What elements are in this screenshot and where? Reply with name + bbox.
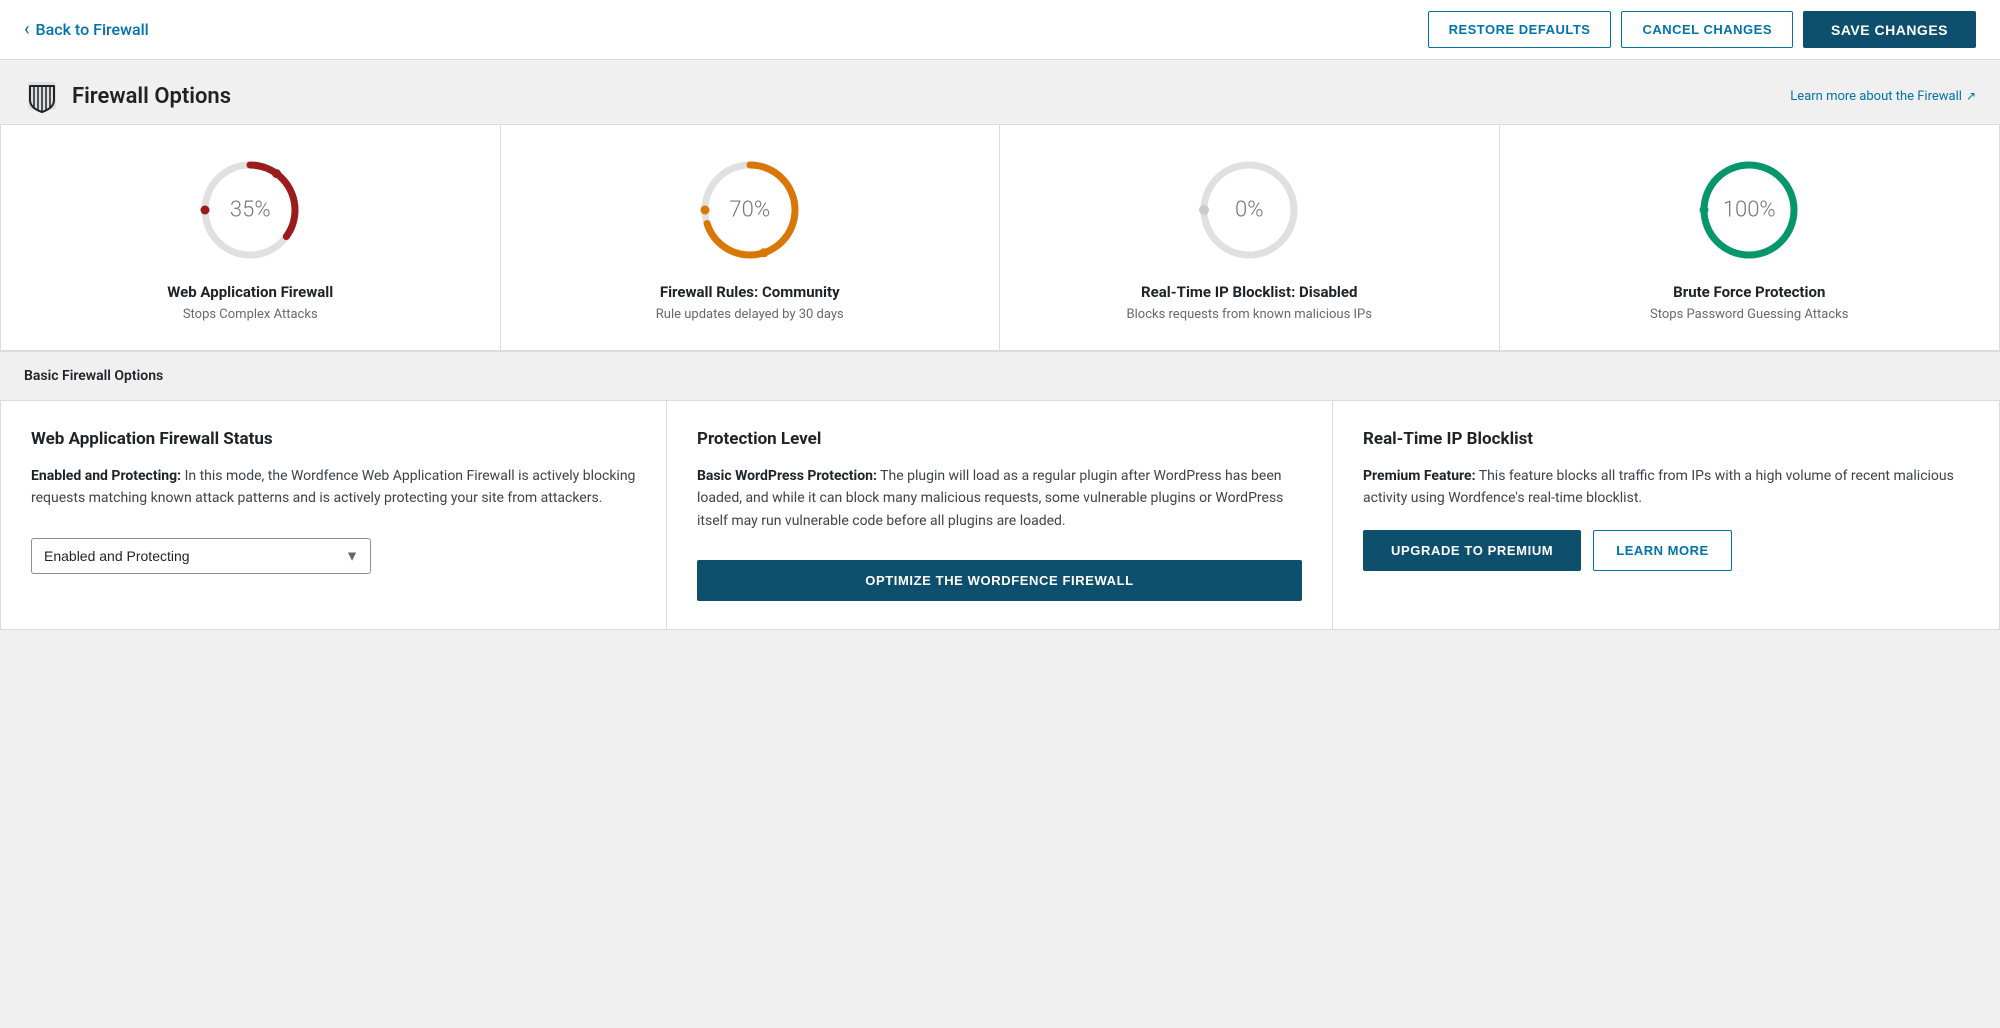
stat-percent-1: 70% <box>729 198 770 223</box>
options-grid: Web Application Firewall Status Enabled … <box>0 401 2000 630</box>
stat-sublabel-3: Stops Password Guessing Attacks <box>1650 307 1848 322</box>
option-title-1: Protection Level <box>697 429 1302 449</box>
optimize-firewall-button[interactable]: OPTIMIZE THE WORDFENCE FIREWALL <box>697 560 1302 601</box>
stat-label-3: Brute Force Protection <box>1673 283 1825 301</box>
option-desc-1: Basic WordPress Protection: The plugin w… <box>697 465 1302 532</box>
status-select-wrapper: Enabled and ProtectingLearning ModeDisab… <box>31 538 371 574</box>
stat-label-2: Real-Time IP Blocklist: Disabled <box>1141 283 1357 301</box>
stat-card-0: 35% Web Application Firewall Stops Compl… <box>1 125 501 350</box>
top-bar-actions: RESTORE DEFAULTS CANCEL CHANGES SAVE CHA… <box>1428 11 1976 48</box>
stat-percent-0: 35% <box>230 198 271 223</box>
learn-more-link[interactable]: Learn more about the Firewall ↗ <box>1790 89 1976 104</box>
back-arrow-icon: ‹ <box>24 19 30 40</box>
option-card-1: Protection Level Basic WordPress Protect… <box>667 401 1333 629</box>
stats-grid: 35% Web Application Firewall Stops Compl… <box>0 124 2000 351</box>
top-bar: ‹ Back to Firewall RESTORE DEFAULTS CANC… <box>0 0 2000 60</box>
external-link-icon: ↗ <box>1966 89 1976 103</box>
circle-progress-2: 0% <box>1194 155 1304 265</box>
stat-percent-2: 0% <box>1235 198 1263 223</box>
stat-card-1: 70% Firewall Rules: Community Rule updat… <box>501 125 1001 350</box>
circle-progress-0: 35% <box>195 155 305 265</box>
stat-sublabel-0: Stops Complex Attacks <box>183 307 318 322</box>
page-title-area: Firewall Options <box>24 78 231 114</box>
page-title: Firewall Options <box>72 84 231 109</box>
stat-percent-3: 100% <box>1723 198 1776 223</box>
option-desc-0: Enabled and Protecting: In this mode, th… <box>31 465 636 510</box>
option-card-0: Web Application Firewall Status Enabled … <box>1 401 667 629</box>
status-select[interactable]: Enabled and ProtectingLearning ModeDisab… <box>31 538 371 574</box>
stat-label-0: Web Application Firewall <box>167 283 333 301</box>
learn-more-button[interactable]: LEARN MORE <box>1593 530 1731 571</box>
option-title-2: Real-Time IP Blocklist <box>1363 429 1969 449</box>
stat-label-1: Firewall Rules: Community <box>660 283 840 301</box>
circle-progress-1: 70% <box>695 155 805 265</box>
learn-more-text: Learn more about the Firewall <box>1790 89 1962 104</box>
circle-progress-3: 100% <box>1694 155 1804 265</box>
back-label: Back to Firewall <box>36 20 149 39</box>
firewall-shield-icon <box>24 78 60 114</box>
page-header: Firewall Options Learn more about the Fi… <box>0 60 2000 124</box>
option-card-2: Real-Time IP Blocklist Premium Feature: … <box>1333 401 1999 629</box>
stat-sublabel-1: Rule updates delayed by 30 days <box>656 307 844 322</box>
back-to-firewall-link[interactable]: ‹ Back to Firewall <box>24 19 149 40</box>
section-header: Basic Firewall Options <box>0 351 2000 401</box>
option-title-0: Web Application Firewall Status <box>31 429 636 449</box>
cancel-changes-button[interactable]: CANCEL CHANGES <box>1621 11 1793 48</box>
stat-card-2: 0% Real-Time IP Blocklist: Disabled Bloc… <box>1000 125 1500 350</box>
stat-card-3: 100% Brute Force Protection Stops Passwo… <box>1500 125 2000 350</box>
option-desc-2: Premium Feature: This feature blocks all… <box>1363 465 1969 510</box>
restore-defaults-button[interactable]: RESTORE DEFAULTS <box>1428 11 1612 48</box>
premium-actions: UPGRADE TO PREMIUM LEARN MORE <box>1363 530 1969 571</box>
stat-sublabel-2: Blocks requests from known malicious IPs <box>1127 307 1372 322</box>
save-changes-button[interactable]: SAVE CHANGES <box>1803 11 1976 48</box>
upgrade-to-premium-button[interactable]: UPGRADE TO PREMIUM <box>1363 530 1581 571</box>
